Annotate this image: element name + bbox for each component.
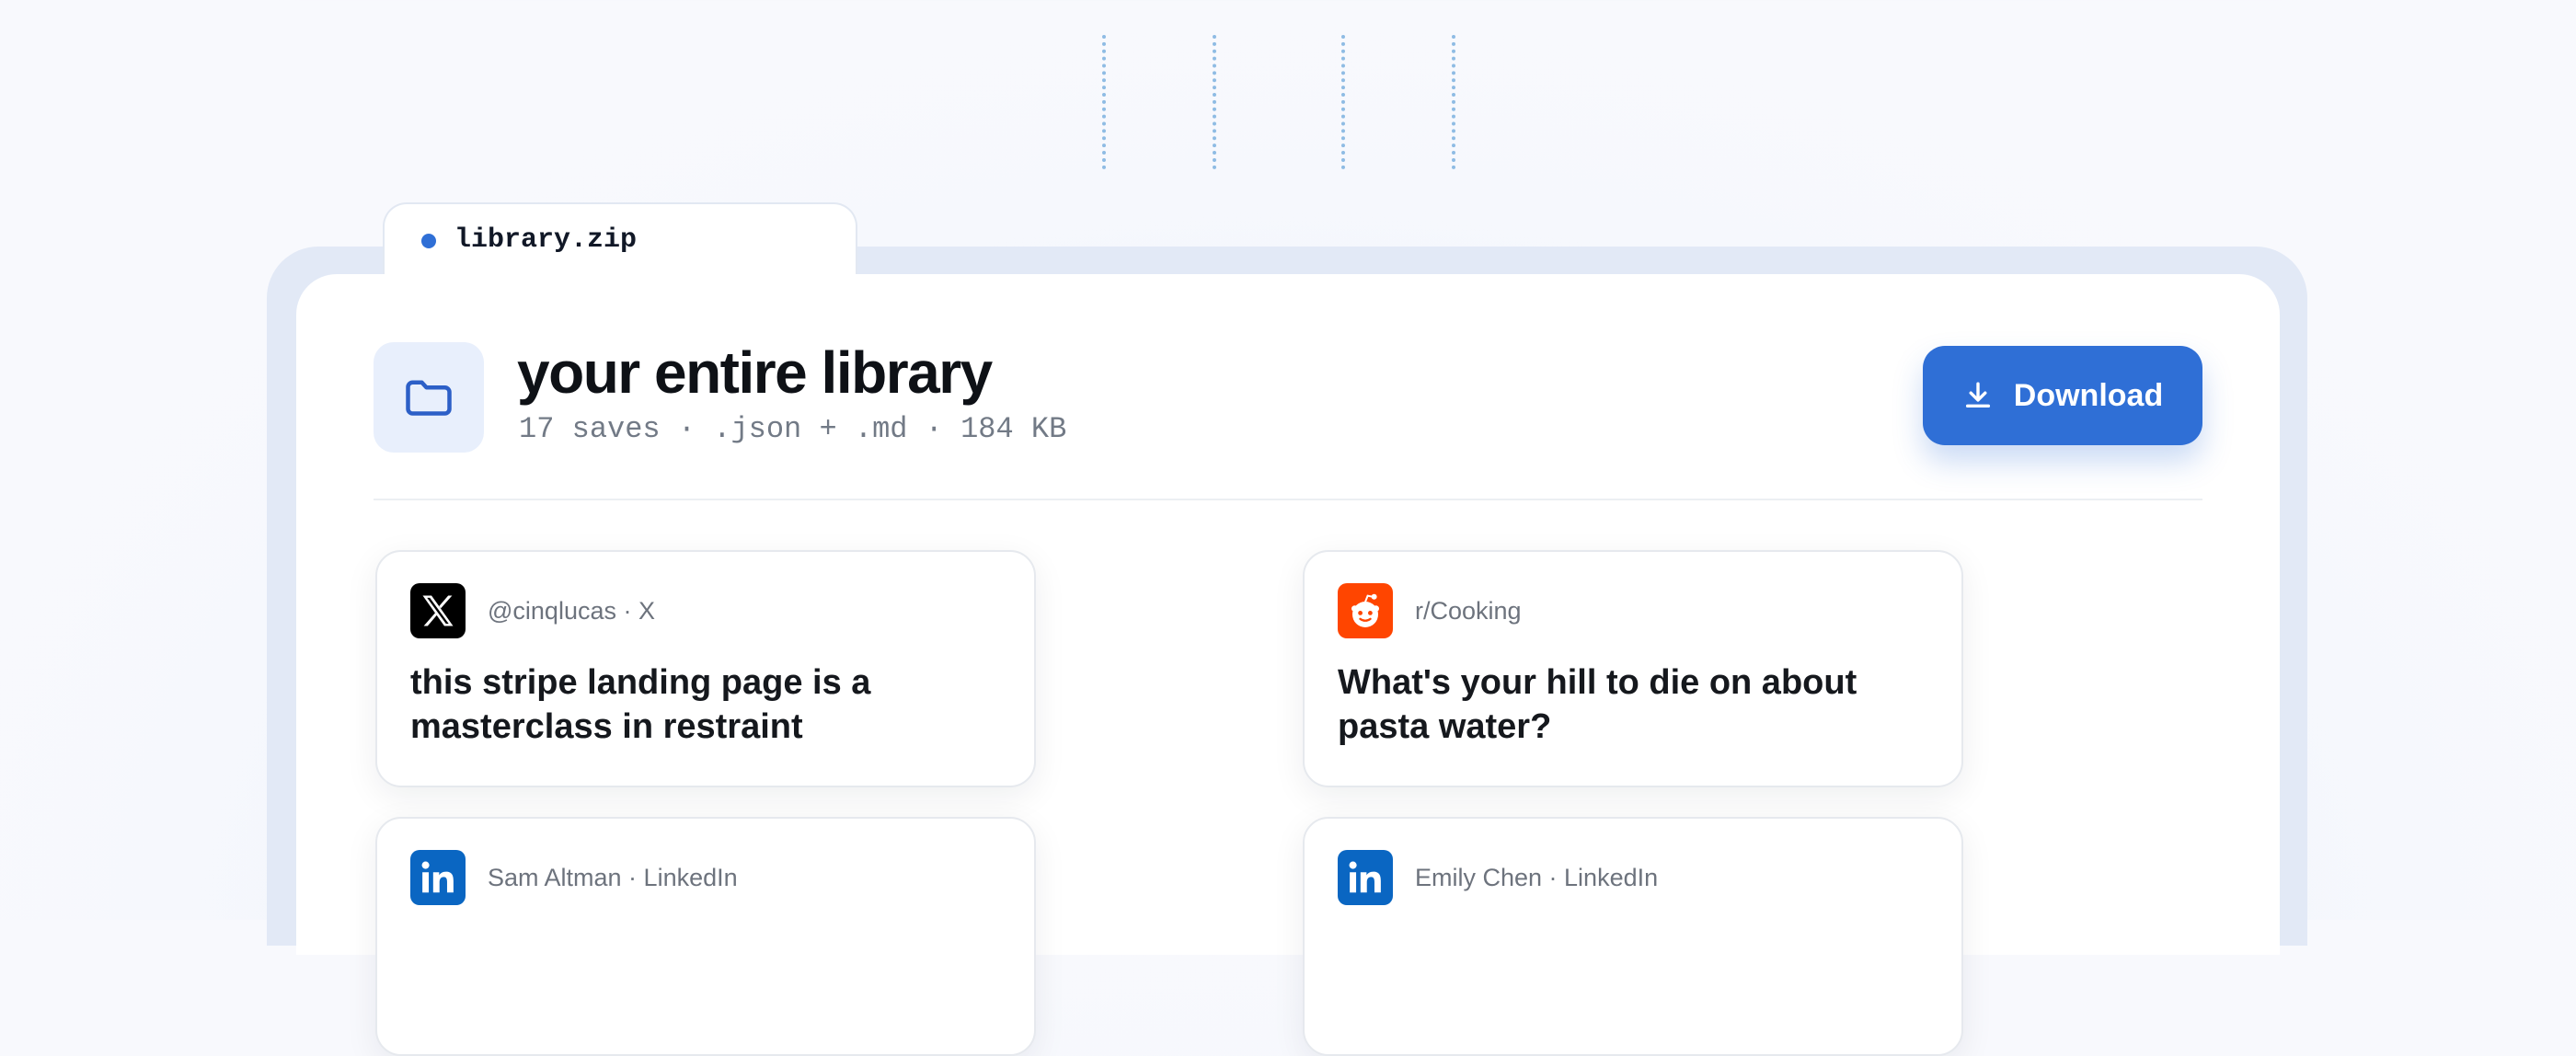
file-tab[interactable]: library.zip — [383, 202, 857, 285]
divider — [374, 499, 2202, 500]
library-card: your entire library 17 saves · .json + .… — [296, 274, 2280, 1056]
saved-post-card[interactable]: Sam Altman · LinkedIn — [375, 817, 1036, 1056]
x-logo-icon — [410, 583, 466, 638]
post-source: Emily Chen · LinkedIn — [1415, 863, 1659, 891]
post-text: this stripe landing page is a masterclas… — [410, 663, 871, 746]
status-dot — [421, 234, 436, 248]
linkedin-logo-icon — [410, 850, 466, 905]
download-button[interactable]: Download — [1923, 346, 2202, 445]
post-source: r/Cooking — [1415, 596, 1522, 625]
library-title: your entire library — [517, 339, 993, 406]
dotted-connector-line — [1102, 35, 1106, 169]
saved-post-card[interactable]: r/Cooking What's your hill to die on abo… — [1303, 550, 1963, 787]
folder-icon — [374, 342, 484, 453]
saved-post-card[interactable]: Emily Chen · LinkedIn — [1303, 817, 1963, 1056]
file-tab-name: library.zip — [454, 224, 638, 256]
download-icon — [1965, 382, 1990, 408]
dotted-connector-line — [1341, 35, 1345, 169]
download-label: Download — [2013, 377, 2164, 413]
dotted-connector-line — [1452, 35, 1455, 169]
library-meta: 17 saves · .json + .md · 184 KB — [519, 412, 1067, 446]
post-source: Sam Altman · LinkedIn — [488, 863, 738, 891]
post-text: What's your hill to die on about pasta w… — [1338, 663, 1857, 746]
saved-post-card[interactable]: @cinqlucas · X this stripe landing page … — [375, 550, 1036, 787]
post-source: @cinqlucas · X — [488, 596, 655, 625]
linkedin-logo-icon — [1338, 850, 1393, 905]
reddit-logo-icon — [1338, 583, 1393, 638]
dotted-connector-line — [1213, 35, 1216, 169]
